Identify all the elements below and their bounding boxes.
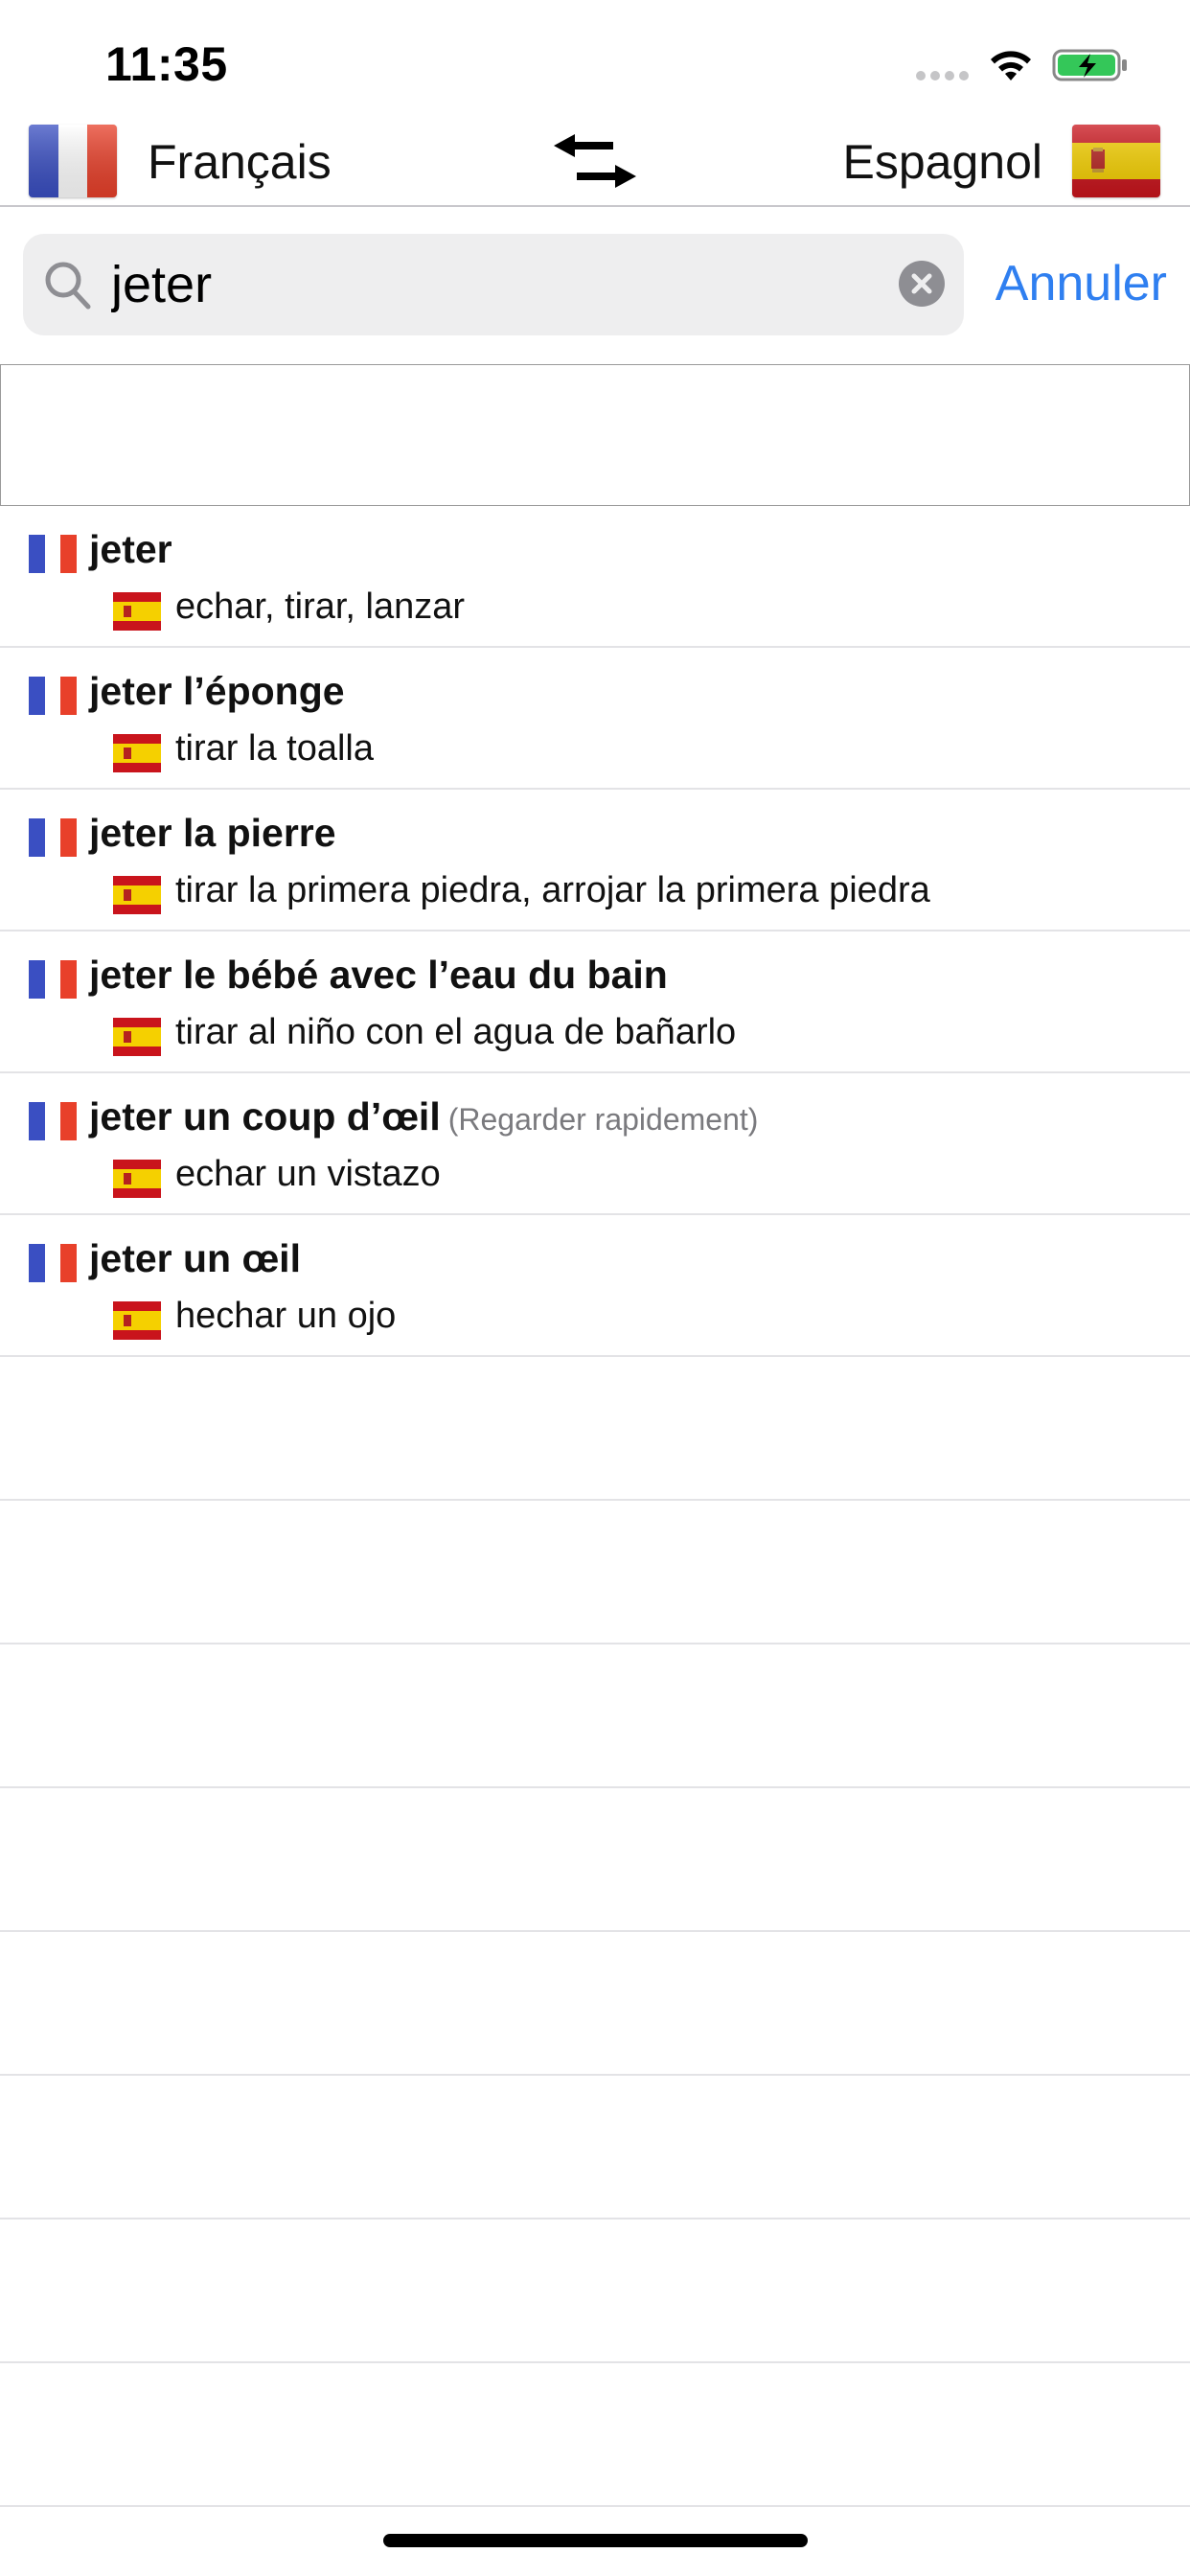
result-term: jeter bbox=[89, 527, 172, 571]
flag-spain-icon bbox=[113, 1018, 161, 1056]
source-language-label[interactable]: Français bbox=[148, 134, 332, 190]
result-row[interactable]: jeter la pierre tirar la primera piedra,… bbox=[0, 790, 1190, 932]
empty-row bbox=[0, 2363, 1190, 2507]
search-input[interactable] bbox=[111, 251, 897, 318]
flag-france-icon bbox=[29, 677, 77, 715]
empty-row bbox=[0, 1357, 1190, 1501]
result-translation: hechar un ojo bbox=[175, 1296, 397, 1336]
empty-row bbox=[0, 2220, 1190, 2363]
swap-arrows-icon[interactable] bbox=[550, 132, 640, 192]
results-list: jeter echar, tirar, lanzar jeter l’épong… bbox=[0, 506, 1190, 2576]
result-term: jeter la pierre bbox=[89, 811, 336, 855]
status-bar: 11:35 bbox=[0, 0, 1190, 119]
result-term: jeter un coup d’œil (Regarder rapidement) bbox=[89, 1094, 759, 1138]
app-screen: 11:35 Français Espagnol jeter Annuler je… bbox=[0, 0, 1190, 2576]
flag-spain-icon bbox=[113, 592, 161, 631]
result-row[interactable]: jeter echar, tirar, lanzar bbox=[0, 506, 1190, 648]
flag-spain-icon bbox=[113, 1301, 161, 1340]
result-term: jeter le bébé avec l’eau du bain bbox=[89, 953, 668, 997]
cellular-signal-icon bbox=[916, 71, 969, 80]
home-indicator[interactable] bbox=[383, 2534, 808, 2547]
flag-spain-icon[interactable] bbox=[1072, 125, 1160, 197]
flag-spain-icon bbox=[113, 1160, 161, 1198]
battery-charging-icon bbox=[1052, 49, 1127, 81]
empty-row bbox=[0, 1932, 1190, 2076]
status-time: 11:35 bbox=[105, 37, 228, 91]
result-row[interactable]: jeter l’éponge tirar la toalla bbox=[0, 648, 1190, 790]
result-row[interactable]: jeter un œil hechar un ojo bbox=[0, 1215, 1190, 1357]
result-translation: tirar la toalla bbox=[175, 728, 374, 769]
flag-france-icon bbox=[29, 535, 77, 573]
empty-row bbox=[0, 1501, 1190, 1644]
flag-france-icon[interactable] bbox=[29, 125, 117, 197]
result-term: jeter un œil bbox=[89, 1236, 301, 1280]
wifi-icon bbox=[991, 51, 1031, 80]
flag-france-icon bbox=[29, 818, 77, 857]
empty-row bbox=[0, 1788, 1190, 1932]
flag-france-icon bbox=[29, 960, 77, 999]
search-field[interactable] bbox=[23, 234, 964, 335]
flag-france-icon bbox=[29, 1102, 77, 1140]
clear-search-icon[interactable] bbox=[899, 261, 945, 307]
result-term-note: (Regarder rapidement) bbox=[447, 1102, 759, 1137]
target-language-label[interactable]: Espagnol bbox=[843, 134, 1043, 190]
language-selector-bar: Français Espagnol bbox=[0, 119, 1190, 207]
flag-spain-icon bbox=[113, 734, 161, 772]
flag-france-icon bbox=[29, 1244, 77, 1282]
ad-banner-placeholder bbox=[0, 364, 1190, 506]
search-icon bbox=[45, 262, 91, 310]
result-translation: tirar al niño con el agua de bañarlo bbox=[175, 1012, 737, 1052]
flag-spain-icon bbox=[113, 876, 161, 914]
result-term: jeter l’éponge bbox=[89, 669, 345, 713]
result-translation: echar un vistazo bbox=[175, 1154, 441, 1194]
empty-row bbox=[0, 1644, 1190, 1788]
result-translation: echar, tirar, lanzar bbox=[175, 586, 466, 627]
result-translation: tirar la primera piedra, arrojar la prim… bbox=[175, 870, 930, 910]
result-row[interactable]: jeter un coup d’œil (Regarder rapidement)… bbox=[0, 1073, 1190, 1215]
cancel-button[interactable]: Annuler bbox=[995, 255, 1167, 312]
empty-row bbox=[0, 2076, 1190, 2220]
result-row[interactable]: jeter le bébé avec l’eau du bain tirar a… bbox=[0, 932, 1190, 1073]
search-bar: Annuler bbox=[0, 207, 1190, 362]
